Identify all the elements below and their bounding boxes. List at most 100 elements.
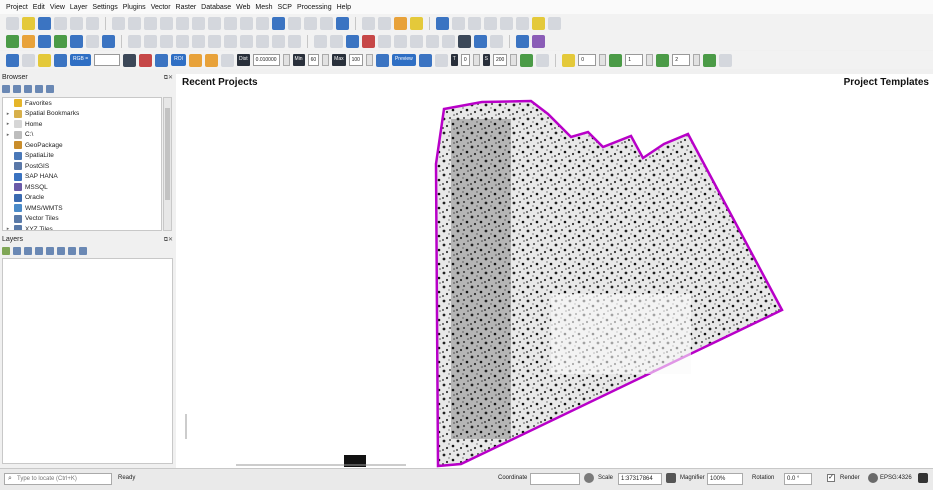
roi-button[interactable]: ROI bbox=[171, 54, 187, 66]
browser-item[interactable]: SpatiaLite bbox=[3, 151, 161, 162]
toggle-editing-icon[interactable] bbox=[144, 34, 157, 48]
redo-icon[interactable] bbox=[288, 34, 301, 48]
scp-trans-icon[interactable] bbox=[434, 53, 448, 67]
render-checkbox[interactable]: ✓ bbox=[827, 474, 835, 482]
label-tool-2-icon[interactable] bbox=[442, 34, 455, 48]
magnifier-input[interactable]: 100% bbox=[707, 473, 743, 485]
scale-input[interactable]: 1:37317864 bbox=[618, 473, 662, 485]
max-input[interactable]: 100 bbox=[348, 54, 363, 66]
browser-item[interactable]: SAP HANA bbox=[3, 172, 161, 183]
dist-input[interactable]: 0.010000 bbox=[252, 54, 280, 66]
zoom-full-icon[interactable] bbox=[176, 16, 189, 30]
max-spinner[interactable] bbox=[365, 54, 373, 66]
menu-mesh[interactable]: Mesh bbox=[255, 4, 272, 11]
menu-raster[interactable]: Raster bbox=[176, 4, 197, 11]
scp-band-c-icon[interactable] bbox=[656, 53, 670, 67]
s-spinner[interactable] bbox=[510, 54, 518, 66]
zoom-layer-icon[interactable] bbox=[208, 16, 221, 30]
label-show-hide-icon[interactable] bbox=[362, 34, 375, 48]
filter-expression-icon[interactable] bbox=[46, 247, 54, 255]
browser-item[interactable]: Favorites bbox=[3, 98, 161, 109]
new-project-icon[interactable] bbox=[6, 16, 19, 30]
more-tools-icon[interactable] bbox=[548, 16, 561, 30]
preview-button[interactable]: Preview bbox=[391, 54, 416, 66]
python-console-icon[interactable] bbox=[474, 34, 487, 48]
save-as-icon[interactable] bbox=[54, 16, 67, 30]
collapse-all-icon[interactable] bbox=[35, 85, 43, 93]
scp-band-a-icon[interactable] bbox=[562, 53, 576, 67]
menu-scp[interactable]: SCP bbox=[278, 4, 292, 11]
band-b-spinner[interactable] bbox=[646, 54, 654, 66]
scp-roi-icon[interactable] bbox=[139, 53, 153, 67]
panel-controls-icon[interactable]: ⧉✕ bbox=[164, 74, 173, 82]
band-set-field[interactable] bbox=[94, 54, 121, 66]
new-map-view-icon[interactable] bbox=[272, 16, 285, 30]
add-raster-layer-icon[interactable] bbox=[54, 34, 67, 48]
scp-redo-preview-icon[interactable] bbox=[418, 53, 432, 67]
band-c-spinner[interactable] bbox=[693, 54, 701, 66]
add-delimited-text-icon[interactable] bbox=[86, 34, 99, 48]
add-vector-layer-icon[interactable] bbox=[38, 34, 51, 48]
collapse-all-icon[interactable] bbox=[68, 247, 76, 255]
browser-item[interactable]: PostGIS bbox=[3, 161, 161, 172]
select-features-icon[interactable] bbox=[378, 16, 391, 30]
scp-tool-icon[interactable] bbox=[532, 34, 545, 48]
label-highlight-icon[interactable] bbox=[346, 34, 359, 48]
band-c-input[interactable]: 2 bbox=[672, 54, 691, 66]
current-edits-icon[interactable] bbox=[128, 34, 141, 48]
label-change-icon[interactable] bbox=[410, 34, 423, 48]
crs-label[interactable]: EPSG:4326 bbox=[880, 475, 912, 481]
menu-view[interactable]: View bbox=[50, 4, 65, 11]
add-wms-layer-icon[interactable] bbox=[102, 34, 115, 48]
temporal-controller-icon[interactable] bbox=[320, 16, 333, 30]
properties-icon[interactable] bbox=[46, 85, 54, 93]
crs-globe-icon[interactable] bbox=[868, 473, 878, 483]
measure-icon[interactable] bbox=[500, 16, 513, 30]
attribute-table-icon[interactable] bbox=[436, 16, 449, 30]
pan-icon[interactable] bbox=[112, 16, 125, 30]
label-move-icon[interactable] bbox=[378, 34, 391, 48]
filter-icon[interactable] bbox=[24, 85, 32, 93]
rotation-input[interactable]: 0.0 ° bbox=[784, 473, 812, 485]
browser-item[interactable]: GeoPackage bbox=[3, 140, 161, 151]
band-set-combo[interactable]: RGB = bbox=[70, 54, 92, 66]
locator-input[interactable]: ⌕ Type to locate (Ctrl+K) bbox=[4, 473, 112, 485]
band-a-spinner[interactable] bbox=[599, 54, 607, 66]
zoom-last-icon[interactable] bbox=[240, 16, 253, 30]
expand-arrow-icon[interactable]: ▸ bbox=[5, 226, 11, 230]
browser-item[interactable]: Vector Tiles bbox=[3, 214, 161, 225]
statistics-icon[interactable] bbox=[484, 16, 497, 30]
scp-extra-icon[interactable] bbox=[719, 53, 733, 67]
processing-toolbox-icon[interactable] bbox=[468, 16, 481, 30]
pan-to-selection-icon[interactable] bbox=[128, 16, 141, 30]
scp-add-icon[interactable] bbox=[205, 53, 219, 67]
map-canvas[interactable]: Recent Projects Project Templates bbox=[176, 74, 933, 468]
menu-database[interactable]: Database bbox=[201, 4, 231, 11]
scp-preview-pointer-icon[interactable] bbox=[375, 53, 389, 67]
band-a-input[interactable]: 0 bbox=[578, 54, 597, 66]
add-selected-layers-icon[interactable] bbox=[2, 85, 10, 93]
dist-spinner[interactable] bbox=[282, 54, 290, 66]
scp-rgb-icon[interactable] bbox=[38, 53, 51, 67]
band-b-input[interactable]: 1 bbox=[625, 54, 644, 66]
bookmark-icon[interactable] bbox=[288, 16, 301, 30]
plugin-icon[interactable] bbox=[458, 34, 471, 48]
s-input[interactable]: 200 bbox=[492, 54, 508, 66]
expand-arrow-icon[interactable]: ▸ bbox=[5, 111, 11, 117]
zoom-out-icon[interactable] bbox=[160, 16, 173, 30]
plugin-2-icon[interactable] bbox=[490, 34, 503, 48]
save-edits-icon[interactable] bbox=[160, 34, 173, 48]
deselect-icon[interactable] bbox=[410, 16, 423, 30]
cut-features-icon[interactable] bbox=[224, 34, 237, 48]
show-bookmarks-icon[interactable] bbox=[304, 16, 317, 30]
identify-icon[interactable] bbox=[362, 16, 375, 30]
menu-processing[interactable]: Processing bbox=[297, 4, 332, 11]
save-project-icon[interactable] bbox=[38, 16, 51, 30]
scp-remove-icon[interactable] bbox=[520, 53, 534, 67]
refresh-icon[interactable] bbox=[336, 16, 349, 30]
filter-legend-icon[interactable] bbox=[35, 247, 43, 255]
t-input[interactable]: 0 bbox=[460, 54, 470, 66]
menu-plugins[interactable]: Plugins bbox=[123, 4, 146, 11]
scp-zoom-roi-icon[interactable] bbox=[155, 53, 169, 67]
field-calculator-icon[interactable] bbox=[452, 16, 465, 30]
